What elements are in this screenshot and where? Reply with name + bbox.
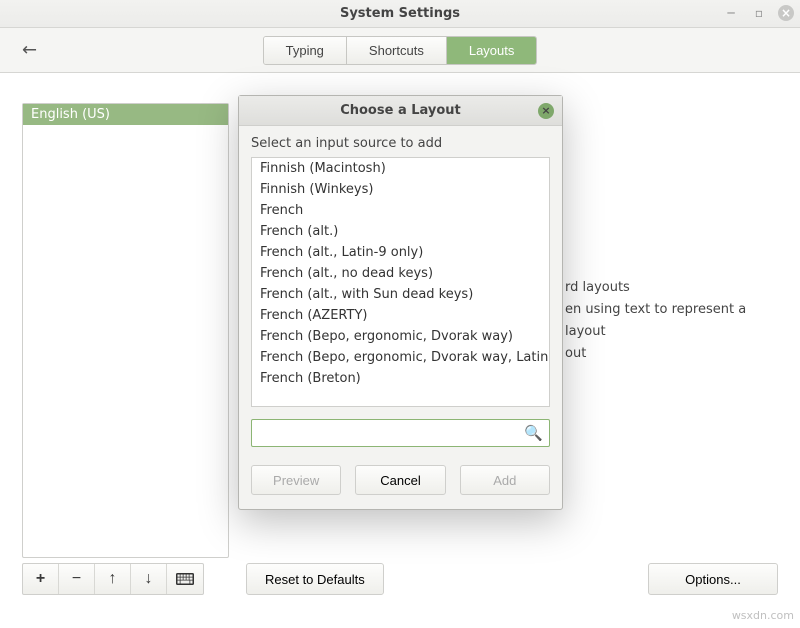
source-item[interactable]: French (alt.) bbox=[252, 221, 549, 242]
source-item[interactable]: French (Breton) bbox=[252, 368, 549, 389]
cancel-button[interactable]: Cancel bbox=[355, 465, 445, 495]
add-button[interactable]: Add bbox=[460, 465, 550, 495]
search-box[interactable]: 🔍 bbox=[251, 419, 550, 447]
dialog-title: Choose a Layout bbox=[340, 103, 461, 118]
search-input[interactable] bbox=[258, 426, 524, 441]
choose-layout-dialog: Choose a Layout × Select an input source… bbox=[238, 95, 563, 510]
dialog-subtitle: Select an input source to add bbox=[251, 136, 550, 151]
show-layout-button[interactable] bbox=[167, 564, 203, 594]
tab-layouts[interactable]: Layouts bbox=[447, 37, 537, 64]
tab-typing[interactable]: Typing bbox=[264, 37, 347, 64]
layout-item[interactable]: English (US) bbox=[23, 104, 228, 125]
preview-button[interactable]: Preview bbox=[251, 465, 341, 495]
maximize-icon[interactable]: ▫ bbox=[750, 4, 768, 22]
titlebar: System Settings ─ ▫ × bbox=[0, 0, 800, 28]
input-source-list[interactable]: Finnish (Macintosh)Finnish (Winkeys)Fren… bbox=[251, 157, 550, 407]
window-title: System Settings bbox=[340, 6, 460, 21]
source-item[interactable]: Finnish (Macintosh) bbox=[252, 158, 549, 179]
options-button[interactable]: Options... bbox=[648, 563, 778, 595]
tab-shortcuts[interactable]: Shortcuts bbox=[347, 37, 447, 64]
header-row: ← Typing Shortcuts Layouts bbox=[0, 28, 800, 73]
source-item[interactable]: French (AZERTY) bbox=[252, 305, 549, 326]
watermark: wsxdn.com bbox=[732, 609, 794, 622]
tab-group: Typing Shortcuts Layouts bbox=[263, 36, 538, 65]
layouts-toolbar: + − ↑ ↓ bbox=[22, 563, 204, 595]
dialog-titlebar: Choose a Layout × bbox=[239, 96, 562, 126]
keyboard-icon bbox=[176, 572, 194, 586]
source-item[interactable]: French (alt., no dead keys) bbox=[252, 263, 549, 284]
dialog-close-icon[interactable]: × bbox=[538, 103, 554, 119]
layouts-list[interactable]: English (US) bbox=[22, 103, 229, 558]
window-controls: ─ ▫ × bbox=[722, 4, 794, 22]
help-line: en using text to represent a layout bbox=[565, 299, 775, 343]
add-layout-button[interactable]: + bbox=[23, 564, 59, 594]
source-item[interactable]: Finnish (Winkeys) bbox=[252, 179, 549, 200]
source-item[interactable]: French (alt., Latin-9 only) bbox=[252, 242, 549, 263]
source-item[interactable]: French bbox=[252, 200, 549, 221]
help-line: rd layouts bbox=[565, 277, 775, 299]
source-item[interactable]: French (Bepo, ergonomic, Dvorak way) bbox=[252, 326, 549, 347]
close-icon[interactable]: × bbox=[778, 5, 794, 21]
move-up-button[interactable]: ↑ bbox=[95, 564, 131, 594]
source-item[interactable]: French (alt., with Sun dead keys) bbox=[252, 284, 549, 305]
back-icon[interactable]: ← bbox=[22, 40, 37, 61]
minimize-icon[interactable]: ─ bbox=[722, 4, 740, 22]
background-help-text: rd layouts en using text to represent a … bbox=[565, 277, 775, 365]
move-down-button[interactable]: ↓ bbox=[131, 564, 167, 594]
reset-defaults-button[interactable]: Reset to Defaults bbox=[246, 563, 384, 595]
help-line: out bbox=[565, 343, 775, 365]
remove-layout-button[interactable]: − bbox=[59, 564, 95, 594]
source-item[interactable]: French (Bepo, ergonomic, Dvorak way, Lat… bbox=[252, 347, 549, 368]
search-icon: 🔍 bbox=[524, 424, 543, 442]
